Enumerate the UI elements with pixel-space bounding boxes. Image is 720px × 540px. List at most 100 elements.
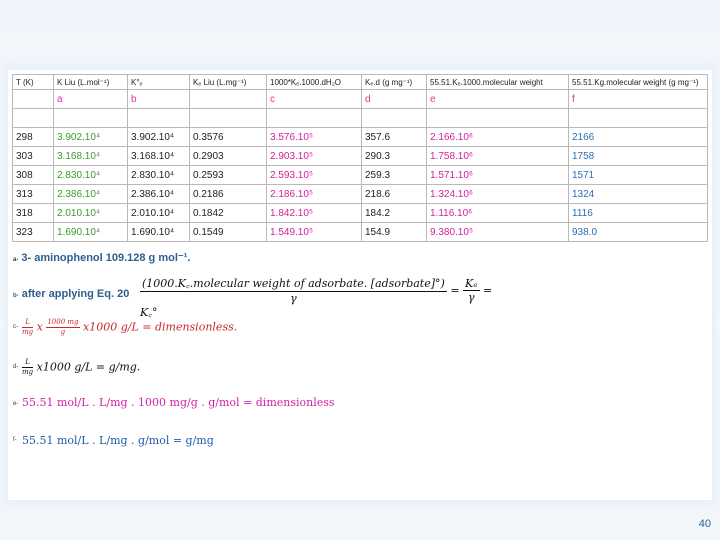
letter-cell <box>189 89 267 109</box>
cell-ke0: 1.690.10⁴ <box>127 222 190 242</box>
fraction: Lmg <box>22 318 34 336</box>
table-row: 323 1.690.10⁴ 1.690.10⁴ 0.1549 1.549.10⁵… <box>12 222 708 242</box>
note-f-text: 55.51 mol/L . L/mg . g/mol = g/mg <box>22 434 214 447</box>
cell-ke0: 3.902.10⁴ <box>127 127 190 147</box>
note-d-expression: Lmg x1000 g/L = g/mg. <box>22 358 140 377</box>
cell-t: 323 <box>12 222 54 242</box>
cell-1000ke: 2.593.10⁵ <box>266 165 362 185</box>
note-e-marker: e- <box>13 401 19 407</box>
cell-ke0: 2.830.10⁴ <box>127 165 190 185</box>
note-a: a- 3- aminophenol 109.128 g mol⁻¹. <box>13 251 190 264</box>
cell-ke0: 2.010.10⁴ <box>127 203 190 223</box>
cell-1000ke: 3.576.10⁵ <box>266 127 362 147</box>
cell-ked: 259.3 <box>361 165 427 185</box>
cell-1000ke: 1.549.10⁵ <box>266 222 362 242</box>
cell-55-ke: 1.116.10⁶ <box>426 203 569 223</box>
letter-cell: c <box>266 89 362 109</box>
table-row: 313 2.386.10⁴ 2.386.10⁴ 0.2186 2.186.10⁵… <box>12 184 708 204</box>
cell-k-liu: 2.830.10⁴ <box>53 165 128 185</box>
table-header-row: T (K) K Liu (L.mol⁻¹) K°ₑ Kₑ Liu (L.mg⁻¹… <box>12 74 708 90</box>
table-row: 298 3.902.10⁴ 3.902.10⁴ 0.3576 3.576.10⁵… <box>12 127 708 147</box>
cell-ke-liu: 0.2903 <box>189 146 267 166</box>
cell-k-liu: 2.010.10⁴ <box>53 203 128 223</box>
cell-55-kg: 938.0 <box>568 222 708 242</box>
table-row: 303 3.168.10⁴ 3.168.10⁴ 0.2903 2.903.10⁵… <box>12 146 708 166</box>
note-b-marker: b- <box>13 293 19 299</box>
cell-ke-liu: 0.2186 <box>189 184 267 204</box>
table-row: 318 2.010.10⁴ 2.010.10⁴ 0.1842 1.842.10⁵… <box>12 203 708 223</box>
cell-1000ke: 2.903.10⁵ <box>266 146 362 166</box>
equation-20: (1000.K꜀.molecular weight of adsorbate. … <box>140 277 493 319</box>
note-f-expression: 55.51 mol/L . L/mg . g/mol = g/mg <box>22 434 214 447</box>
cell-ked: 357.6 <box>361 127 427 147</box>
header-1000ke: 1000*Kₑ.1000.dH₂O <box>266 74 362 90</box>
cell-ked: 290.3 <box>361 146 427 166</box>
note-e-text: 55.51 mol/L . L/mg . 1000 mg/g . g/mol =… <box>22 396 335 409</box>
cell-ke0: 3.168.10⁴ <box>127 146 190 166</box>
note-b: b- after applying Eq. 20 <box>13 288 129 300</box>
letter-cell: a <box>53 89 128 109</box>
eq20-rhs-numerator: Kₑ <box>463 277 480 291</box>
table-row: 308 2.830.10⁴ 2.830.10⁴ 0.2593 2.593.10⁵… <box>12 165 708 185</box>
cell-t: 298 <box>12 127 54 147</box>
header-t: T (K) <box>12 74 54 90</box>
table-letter-row: a b c d e f <box>12 89 708 109</box>
note-a-marker: a- <box>13 257 19 263</box>
eq20-denominator: γ <box>290 292 297 305</box>
cell-55-ke: 1.571.10⁶ <box>426 165 569 185</box>
cell-55-ke: 2.166.10⁶ <box>426 127 569 147</box>
cell-k-liu: 3.902.10⁴ <box>53 127 128 147</box>
cell-55-kg: 1571 <box>568 165 708 185</box>
eq20-numerator: (1000.K꜀.molecular weight of adsorbate. … <box>140 277 447 292</box>
header-55-kg: 55.51.Kg.molecular weight (g mg⁻¹) <box>568 74 708 90</box>
cell-k-liu: 1.690.10⁴ <box>53 222 128 242</box>
header-ked: Kₑ.d (g mg⁻¹) <box>361 74 427 90</box>
note-e-expression: 55.51 mol/L . L/mg . 1000 mg/g . g/mol =… <box>22 396 335 409</box>
cell-t: 318 <box>12 203 54 223</box>
cell-55-kg: 2166 <box>568 127 708 147</box>
cell-55-kg: 1758 <box>568 146 708 166</box>
note-c-text: x1000 g/L = dimensionless. <box>83 320 238 334</box>
cell-ke0: 2.386.10⁴ <box>127 184 190 204</box>
cell-55-ke: 1.758.10⁶ <box>426 146 569 166</box>
note-d-marker: d- <box>13 364 19 370</box>
header-ke0: K°ₑ <box>127 74 190 90</box>
letter-cell <box>12 89 54 109</box>
letter-cell: b <box>127 89 190 109</box>
cell-t: 303 <box>12 146 54 166</box>
note-f-marker: f- <box>13 437 17 443</box>
note-b-text: after applying Eq. 20 <box>21 288 130 300</box>
cell-ked: 184.2 <box>361 203 427 223</box>
cell-ked: 218.6 <box>361 184 427 204</box>
header-ke-liu: Kₑ Liu (L.mg⁻¹) <box>189 74 267 90</box>
cell-55-kg: 1116 <box>568 203 708 223</box>
cell-ked: 154.9 <box>361 222 427 242</box>
constants-table: T (K) K Liu (L.mol⁻¹) K°ₑ Kₑ Liu (L.mg⁻¹… <box>12 74 708 242</box>
cell-1000ke: 2.186.10⁵ <box>266 184 362 204</box>
cell-ke-liu: 0.1842 <box>189 203 267 223</box>
note-d-text: x1000 g/L = g/mg. <box>36 360 141 374</box>
cell-t: 308 <box>12 165 54 185</box>
cell-k-liu: 3.168.10⁴ <box>53 146 128 166</box>
header-k-liu: K Liu (L.mol⁻¹) <box>53 74 128 90</box>
cell-ke-liu: 0.2593 <box>189 165 267 185</box>
letter-cell: f <box>568 89 708 109</box>
cell-ke-liu: 0.3576 <box>189 127 267 147</box>
cell-t: 313 <box>12 184 54 204</box>
cell-k-liu: 2.386.10⁴ <box>53 184 128 204</box>
cell-ke-liu: 0.1549 <box>189 222 267 242</box>
fraction: 1000 mg g <box>46 318 80 336</box>
eq20-rhs-denominator: γ <box>468 291 475 304</box>
cell-55-kg: 1324 <box>568 184 708 204</box>
note-c-expression: Lmg x 1000 mg g x1000 g/L = dimensionless… <box>22 318 238 336</box>
table-spacer-row <box>12 108 708 128</box>
cell-55-ke: 1.324.10⁶ <box>426 184 569 204</box>
letter-cell: d <box>361 89 427 109</box>
header-55-ke-1000: 55.51.Kₑ.1000.molecular weight <box>426 74 569 90</box>
cell-55-ke: 9.380.10⁵ <box>426 222 569 242</box>
note-c-marker: c- <box>13 324 18 330</box>
cell-1000ke: 1.842.10⁵ <box>266 203 362 223</box>
page-number: 40 <box>698 518 711 530</box>
note-a-text: 3- aminophenol 109.128 g mol⁻¹. <box>21 252 191 264</box>
fraction: Lmg <box>22 358 34 376</box>
